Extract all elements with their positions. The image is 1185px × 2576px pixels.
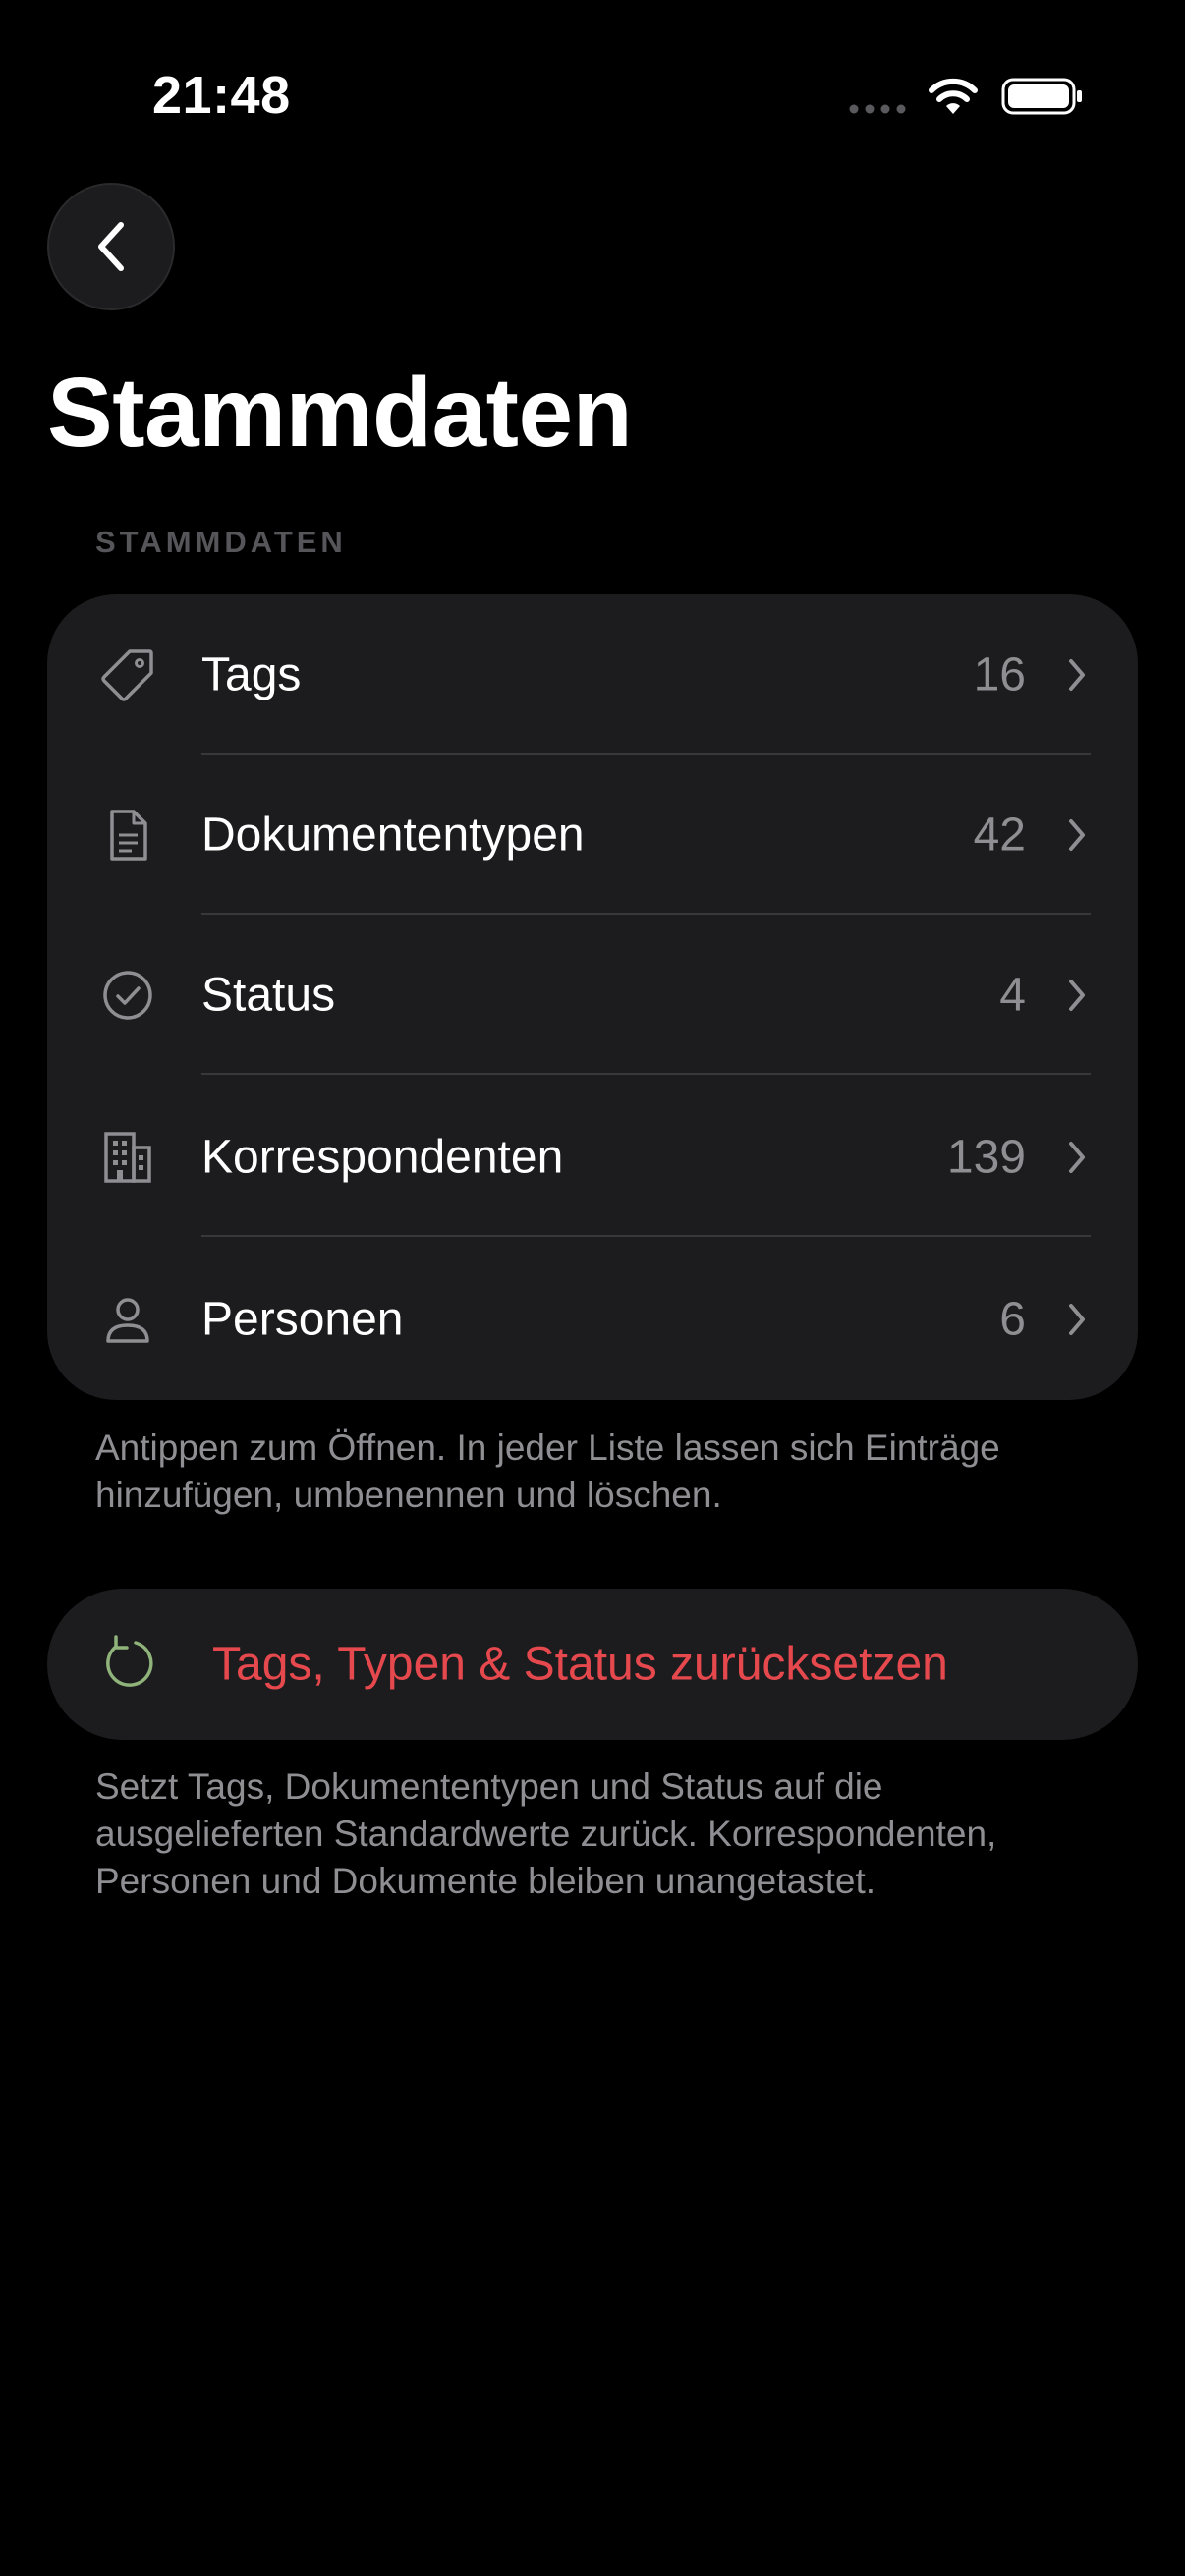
chevron-right-icon <box>1069 1303 1085 1335</box>
wifi-icon <box>929 78 978 114</box>
list-item-count: 139 <box>946 1131 1026 1183</box>
chevron-right-icon <box>1069 1141 1085 1173</box>
list-item-count: 6 <box>999 1293 1026 1345</box>
chevron-right-icon <box>1069 658 1085 691</box>
divider <box>201 1235 1091 1237</box>
reset-footer-note: Setzt Tags, Dokumententypen und Status a… <box>95 1766 997 1901</box>
chevron-left-icon <box>98 222 124 271</box>
reset-defaults-button[interactable]: Tags, Typen & Status zurücksetzen <box>47 1589 1138 1740</box>
document-icon <box>96 804 159 867</box>
chevron-right-icon <box>1069 818 1085 851</box>
cellular-signal-icon <box>849 104 906 114</box>
list-item-status[interactable]: Status 4 <box>47 915 1138 1075</box>
status-time: 21:48 <box>152 66 291 125</box>
list-item-korrespondenten[interactable]: Korrespondenten 139 <box>47 1077 1138 1237</box>
list-footer-note: Antippen zum Öffnen. In jeder Liste lass… <box>95 1428 1000 1515</box>
list-item-dokumententypen[interactable]: Dokumententypen 42 <box>47 755 1138 915</box>
divider <box>201 1073 1091 1075</box>
list-item-tags[interactable]: Tags 16 <box>47 594 1138 755</box>
section-header: STAMMDATEN <box>95 525 347 559</box>
list-item-label: Personen <box>201 1293 404 1345</box>
list-item-count: 42 <box>973 809 1026 861</box>
checkmark-circle-icon <box>96 964 159 1027</box>
reset-button-label: Tags, Typen & Status zurücksetzen <box>212 1638 948 1691</box>
list-item-label: Status <box>201 969 336 1021</box>
list-item-count: 16 <box>973 648 1026 700</box>
chevron-right-icon <box>1069 979 1085 1011</box>
list-item-label: Tags <box>201 648 302 700</box>
reset-arrow-icon <box>106 1635 153 1687</box>
page-title: Stammdaten <box>47 358 633 468</box>
list-item-count: 4 <box>999 969 1026 1021</box>
battery-icon <box>1001 78 1082 115</box>
list-item-personen[interactable]: Personen 6 <box>47 1239 1138 1399</box>
stammdaten-list: Tags 16 Dokumententypen 42 Status 4 Korr… <box>47 594 1138 1400</box>
building-icon <box>96 1126 159 1189</box>
back-button[interactable] <box>47 183 175 310</box>
person-icon <box>96 1288 159 1351</box>
list-item-label: Dokumententypen <box>201 809 585 861</box>
tag-icon <box>96 644 159 706</box>
list-item-label: Korrespondenten <box>201 1131 564 1183</box>
status-bar: 21:48 <box>0 0 1185 187</box>
